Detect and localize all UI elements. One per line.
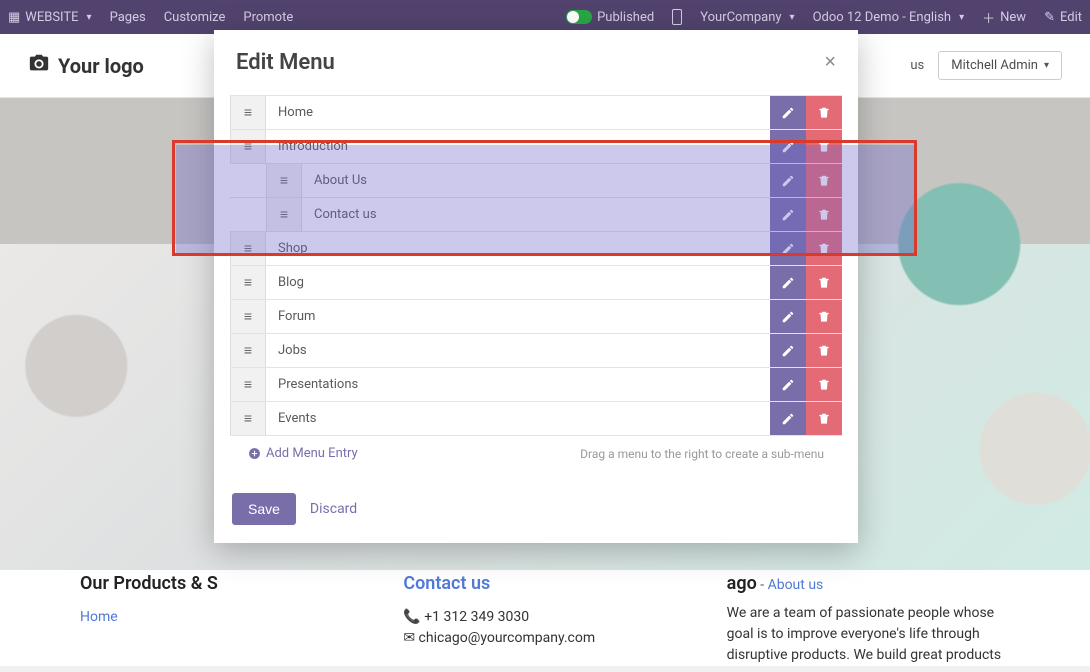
delete-item-button[interactable] [806,300,842,333]
footer-columns: Our Products & S Home Contact us 📞 +1 31… [0,570,1090,666]
drag-handle[interactable]: ≡ [230,368,266,401]
edit-item-button[interactable] [770,198,806,231]
delete-item-button[interactable] [806,402,842,435]
customize-link[interactable]: Customize [164,10,226,25]
drag-handle[interactable]: ≡ [266,164,302,197]
products-heading: Our Products & S [80,570,363,597]
about-us-link[interactable]: About us [768,577,824,593]
menu-item-label: Blog [266,266,770,299]
delete-item-button[interactable] [806,266,842,299]
menu-row: ≡ Blog [230,266,842,300]
edit-item-button[interactable] [770,130,806,163]
nav-fragment: us [910,58,924,73]
hamburger-icon: ≡ [244,138,252,155]
modal-title: Edit Menu [236,50,335,75]
menu-row: ≡ Forum [230,300,842,334]
hamburger-icon: ≡ [280,172,288,189]
about-body: We are a team of passionate people whose… [727,603,1010,666]
col-products: Our Products & S Home [80,570,363,666]
delete-item-button[interactable] [806,368,842,401]
menu-item-label: Shop [266,232,770,265]
modal-close-button[interactable]: × [824,51,836,74]
hamburger-icon: ≡ [244,410,252,427]
drag-handle[interactable]: ≡ [230,334,266,367]
menu-row: ≡ Contact us [230,198,842,232]
menu-item-label: Presentations [266,368,770,401]
hamburger-icon: ≡ [244,240,252,257]
menu-item-label: Forum [266,300,770,333]
edit-item-button[interactable] [770,232,806,265]
hamburger-icon: ≡ [280,206,288,223]
delete-item-button[interactable] [806,232,842,265]
delete-item-button[interactable] [806,198,842,231]
menu-row: ≡ Shop [230,232,842,266]
site-logo[interactable]: Your logo [28,52,144,79]
contact-email: ✉ chicago@yourcompany.com [403,628,686,649]
menu-row: ≡ Presentations [230,368,842,402]
hamburger-icon: ≡ [244,308,252,325]
contact-phone: 📞 +1 312 349 3030 [403,607,686,628]
drag-handle[interactable]: ≡ [230,266,266,299]
menu-list: ≡ Home ≡ Introduction ≡ About Us ≡ Contact us ≡ S… [230,95,842,436]
add-menu-entry[interactable]: Add Menu Entry [248,446,358,461]
save-button[interactable]: Save [232,493,296,525]
home-link[interactable]: Home [80,609,118,625]
menu-item-label: Jobs [266,334,770,367]
drag-hint: Drag a menu to the right to create a sub… [580,447,824,461]
contact-us-link[interactable]: Contact us [403,573,490,594]
user-menu[interactable]: Mitchell Admin [938,51,1062,80]
mobile-preview[interactable] [672,9,682,25]
admin-bar: ▦WEBSITE Pages Customize Promote Publish… [0,0,1090,34]
edit-item-button[interactable] [770,266,806,299]
hamburger-icon: ≡ [244,376,252,393]
delete-item-button[interactable] [806,334,842,367]
menu-row: ≡ Home [230,96,842,130]
about-heading-frag: ago [727,573,757,594]
delete-item-button[interactable] [806,96,842,129]
delete-item-button[interactable] [806,164,842,197]
hamburger-icon: ≡ [244,342,252,359]
edit-item-button[interactable] [770,368,806,401]
drag-handle[interactable]: ≡ [230,300,266,333]
menu-row: ≡ Events [230,402,842,436]
edit-button[interactable]: ✎Edit [1044,10,1082,25]
promote-link[interactable]: Promote [243,10,293,25]
menu-row: ≡ About Us [230,164,842,198]
edit-item-button[interactable] [770,402,806,435]
company-switch[interactable]: YourCompany [700,10,794,25]
menu-row: ≡ Introduction [230,130,842,164]
edit-item-button[interactable] [770,334,806,367]
hamburger-icon: ≡ [244,104,252,121]
menu-item-label: Home [266,96,770,129]
drag-handle[interactable]: ≡ [266,198,302,231]
menu-row: ≡ Jobs [230,334,842,368]
pages-link[interactable]: Pages [110,10,146,25]
publish-toggle[interactable]: Published [566,10,654,25]
edit-item-button[interactable] [770,96,806,129]
edit-menu-modal: Edit Menu × ≡Home≡Introduction≡About Us≡… [214,30,858,543]
drag-handle[interactable]: ≡ [230,96,266,129]
delete-item-button[interactable] [806,130,842,163]
edit-item-button[interactable] [770,300,806,333]
website-menu[interactable]: ▦WEBSITE [8,10,92,25]
edit-item-button[interactable] [770,164,806,197]
col-contact: Contact us 📞 +1 312 349 3030 ✉ chicago@y… [403,570,686,666]
drag-handle[interactable]: ≡ [230,232,266,265]
plus-circle-icon [248,447,261,460]
demo-switch[interactable]: Odoo 12 Demo - English [813,10,965,25]
drag-handle[interactable]: ≡ [230,130,266,163]
menu-item-label: Introduction [266,130,770,163]
hamburger-icon: ≡ [244,274,252,291]
new-button[interactable]: ＋New [982,8,1026,27]
menu-item-label: Contact us [302,198,770,231]
camera-icon [28,52,50,79]
menu-item-label: About Us [302,164,770,197]
col-about: ago - About us We are a team of passiona… [727,570,1010,666]
menu-item-label: Events [266,402,770,435]
drag-handle[interactable]: ≡ [230,402,266,435]
discard-button[interactable]: Discard [310,501,357,517]
